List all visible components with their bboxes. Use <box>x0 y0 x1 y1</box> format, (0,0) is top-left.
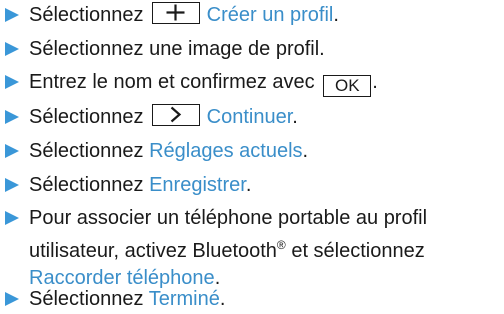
current-settings-link[interactable]: Réglages actuels <box>149 140 302 162</box>
step-text: Pour associer un téléphone portable au p… <box>29 205 504 292</box>
step-done: Sélectionnez Terminé. <box>0 286 504 313</box>
step-text: Sélectionnez Terminé. <box>29 286 504 313</box>
step-create-profile: Sélectionnez Créer un profil. <box>0 2 504 29</box>
step-select-image: Sélectionnez une image de profil. <box>0 36 504 63</box>
continue-link[interactable]: Continuer <box>207 106 293 128</box>
step-text: Sélectionnez Enregistrer. <box>29 172 504 199</box>
step-prefix: Sélectionnez <box>29 288 144 310</box>
arrow-bullet-icon <box>5 110 19 124</box>
chevron-key-box <box>152 104 201 126</box>
step-line-1: Pour associer un téléphone portable au p… <box>29 207 428 229</box>
step-connect-phone: Pour associer un téléphone portable au p… <box>0 205 504 289</box>
step-prefix: Entrez le nom et confirmez avec <box>29 71 315 93</box>
step-current-settings: Sélectionnez Réglages actuels. <box>0 138 504 165</box>
ok-key-box: OK <box>323 75 372 97</box>
create-profile-link[interactable]: Créer un profil <box>207 4 334 26</box>
step-text: Sélectionnez Continuer. <box>29 104 504 131</box>
step-text: Sélectionnez Créer un profil. <box>29 2 504 29</box>
step-suffix: . <box>333 4 339 26</box>
arrow-bullet-icon <box>5 292 19 306</box>
step-enter-name: Entrez le nom et confirmez avec OK. <box>0 69 504 97</box>
arrow-bullet-icon <box>5 75 19 89</box>
arrow-bullet-icon <box>5 42 19 56</box>
chevron-right-icon <box>170 106 182 123</box>
plus-key-box <box>152 2 201 24</box>
step-prefix: Sélectionnez <box>29 106 144 128</box>
step-text: Entrez le nom et confirmez avec OK. <box>29 69 504 97</box>
step-prefix: Sélectionnez <box>29 4 144 26</box>
arrow-bullet-icon <box>5 178 19 192</box>
save-link[interactable]: Enregistrer <box>149 174 246 196</box>
registered-mark: ® <box>276 238 286 252</box>
arrow-bullet-icon <box>5 144 19 158</box>
arrow-bullet-icon <box>5 8 19 22</box>
step-suffix: . <box>372 71 378 93</box>
step-continue: Sélectionnez Continuer. <box>0 104 504 131</box>
step-suffix: . <box>302 140 309 162</box>
step-suffix: . <box>292 106 298 128</box>
step-text: Sélectionnez une image de profil. <box>29 38 325 60</box>
step-save: Sélectionnez Enregistrer. <box>0 172 504 199</box>
step-text: Sélectionnez Réglages actuels. <box>29 138 504 165</box>
step-suffix: . <box>219 288 226 310</box>
step-prefix: Sélectionnez <box>29 140 144 162</box>
arrow-bullet-icon <box>5 211 19 225</box>
step-suffix: . <box>245 174 252 196</box>
plus-icon <box>166 4 185 21</box>
done-link[interactable]: Terminé <box>149 288 220 310</box>
step-prefix: Sélectionnez <box>29 174 144 196</box>
step-line-2: utilisateur, activez Bluetooth® et sélec… <box>29 238 425 262</box>
